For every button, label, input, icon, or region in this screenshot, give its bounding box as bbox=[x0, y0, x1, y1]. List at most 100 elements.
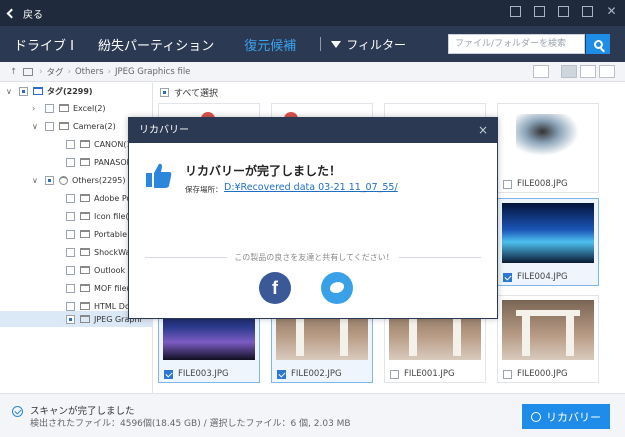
save-location-link[interactable]: D:¥Recovered data 03-21 11_07_55/ bbox=[224, 182, 398, 193]
checkbox[interactable] bbox=[45, 175, 54, 185]
back-button[interactable]: 戻る bbox=[6, 6, 43, 21]
title-bar: 戻る ✕ bbox=[0, 0, 625, 26]
file-name: FILE001.JPG bbox=[404, 369, 455, 379]
folder-icon bbox=[80, 230, 90, 238]
select-all-checkbox[interactable] bbox=[160, 88, 169, 97]
thumbnail bbox=[502, 108, 594, 168]
file-checkbox[interactable] bbox=[390, 369, 399, 379]
checkbox[interactable] bbox=[66, 211, 75, 221]
select-all[interactable]: すべて選択 bbox=[160, 86, 218, 99]
file-tile[interactable]: FILE008.JPG bbox=[497, 103, 599, 193]
file-checkbox[interactable] bbox=[277, 369, 286, 379]
recover-button-label: リカバリー bbox=[546, 410, 601, 424]
folder-icon bbox=[80, 315, 90, 323]
back-label: 戻る bbox=[23, 9, 43, 21]
upgrade-icon[interactable] bbox=[534, 6, 545, 17]
tree-item-tag[interactable]: ∨ タグ(2299) bbox=[6, 83, 153, 99]
tree-item-camera[interactable]: ∨ Camera(2) bbox=[32, 118, 116, 134]
tree-label: Others(2295) bbox=[72, 175, 126, 185]
checkbox[interactable] bbox=[66, 229, 75, 239]
up-arrow-icon[interactable]: ↑ bbox=[10, 67, 17, 77]
collapse-icon[interactable]: ∨ bbox=[32, 122, 40, 131]
crumb-tag[interactable]: タグ bbox=[47, 66, 64, 78]
save-location-label: 保存場所： bbox=[185, 185, 223, 194]
file-caption: FILE003.JPG bbox=[164, 369, 229, 379]
file-checkbox[interactable] bbox=[503, 179, 512, 189]
tree-item-mof[interactable]: MOF file(1 bbox=[66, 280, 135, 296]
recovery-complete-dialog: リカバリー × リカバリーが完了しました！ 保存場所： D:¥Recovered… bbox=[128, 117, 498, 319]
checkbox[interactable] bbox=[66, 283, 75, 293]
collapse-icon[interactable]: ∨ bbox=[6, 87, 14, 96]
tab-recovery-candidates[interactable]: 復元候補 bbox=[244, 35, 296, 54]
file-caption: FILE008.JPG bbox=[503, 179, 568, 189]
checkbox[interactable] bbox=[66, 247, 75, 257]
tab-drive[interactable]: ドライブ I bbox=[14, 35, 74, 54]
crumb-others[interactable]: Others bbox=[75, 67, 104, 77]
select-all-label: すべて選択 bbox=[174, 89, 219, 99]
checkbox[interactable] bbox=[66, 193, 75, 203]
tree-label: Outlook E bbox=[94, 265, 133, 275]
tree-item-outlook[interactable]: Outlook E bbox=[66, 262, 133, 278]
tree-item-portable[interactable]: Portable N bbox=[66, 226, 136, 242]
breadcrumb: ↑ › タグ › Others › JPEG Graphics file bbox=[0, 62, 625, 82]
file-icon bbox=[59, 104, 69, 112]
file-checkbox[interactable] bbox=[503, 369, 512, 379]
minimize-icon[interactable] bbox=[558, 6, 569, 17]
scan-summary-text: 検出されたファイル：4596個(18.45 GB) / 選択したファイル：6 個… bbox=[30, 419, 351, 429]
checkbox[interactable] bbox=[19, 86, 28, 96]
tree-item-adobe[interactable]: Adobe Po bbox=[66, 190, 131, 206]
file-checkbox[interactable] bbox=[164, 369, 173, 379]
view-mode-buttons bbox=[561, 65, 615, 78]
preview-eye-icon[interactable] bbox=[533, 65, 549, 78]
folder-icon bbox=[80, 140, 90, 148]
tree-item-shockwave[interactable]: ShockWav bbox=[66, 244, 135, 260]
tree-item-excel[interactable]: › Excel(2) bbox=[32, 100, 106, 116]
filter-button[interactable]: フィルター bbox=[331, 36, 406, 53]
checkbox[interactable] bbox=[66, 157, 75, 167]
folder-icon bbox=[80, 284, 90, 292]
checkbox[interactable] bbox=[45, 103, 54, 113]
maximize-icon[interactable] bbox=[582, 6, 593, 17]
search-icon bbox=[593, 39, 603, 49]
checkbox[interactable] bbox=[66, 301, 75, 311]
close-icon[interactable]: × bbox=[478, 118, 488, 143]
twitter-bird bbox=[330, 282, 344, 293]
crumb-jpeg[interactable]: JPEG Graphics file bbox=[115, 67, 190, 77]
file-tile[interactable]: FILE004.JPG bbox=[497, 198, 599, 286]
search-input[interactable]: ファイル/フォルダーを検索 bbox=[448, 34, 585, 54]
checkbox[interactable] bbox=[45, 121, 54, 131]
file-name: FILE003.JPG bbox=[178, 369, 229, 379]
checkbox[interactable] bbox=[66, 139, 75, 149]
facebook-icon[interactable]: f bbox=[259, 272, 291, 304]
detail-view-icon[interactable] bbox=[599, 65, 615, 78]
tree-item-canon[interactable]: CANON(1 bbox=[66, 136, 132, 152]
list-view-icon[interactable] bbox=[580, 65, 596, 78]
expand-icon[interactable]: › bbox=[32, 104, 40, 113]
window-controls: ✕ bbox=[510, 5, 617, 17]
file-name: FILE002.JPG bbox=[291, 369, 342, 379]
divider bbox=[399, 257, 481, 258]
checkbox[interactable] bbox=[66, 314, 75, 324]
grid-view-icon[interactable] bbox=[561, 65, 577, 78]
search-button[interactable] bbox=[586, 34, 610, 54]
funnel-icon bbox=[331, 40, 342, 48]
tab-lost-partition[interactable]: 紛失パーティション bbox=[98, 35, 214, 54]
dialog-message: リカバリーが完了しました！ bbox=[185, 164, 342, 178]
tree-item-panasonic[interactable]: PANASON bbox=[66, 154, 133, 170]
thumbnail bbox=[502, 203, 594, 263]
folder-icon bbox=[80, 158, 90, 166]
tree-item-icon-file[interactable]: Icon file(1 bbox=[66, 208, 134, 224]
file-name: FILE008.JPG bbox=[517, 179, 568, 189]
recover-button[interactable]: リカバリー bbox=[522, 404, 610, 429]
collapse-icon[interactable]: ∨ bbox=[32, 176, 40, 185]
others-icon bbox=[59, 175, 68, 185]
close-window-icon[interactable]: ✕ bbox=[606, 5, 617, 17]
twitter-icon[interactable] bbox=[321, 272, 353, 304]
dialog-header: リカバリー × bbox=[129, 118, 497, 143]
file-caption: FILE004.JPG bbox=[503, 272, 568, 282]
file-checkbox[interactable] bbox=[503, 272, 512, 282]
feedback-icon[interactable] bbox=[510, 6, 521, 17]
file-tile[interactable]: FILE000.JPG bbox=[497, 295, 599, 383]
tree-item-others[interactable]: ∨ Others(2295) bbox=[32, 172, 125, 188]
checkbox[interactable] bbox=[66, 265, 75, 275]
